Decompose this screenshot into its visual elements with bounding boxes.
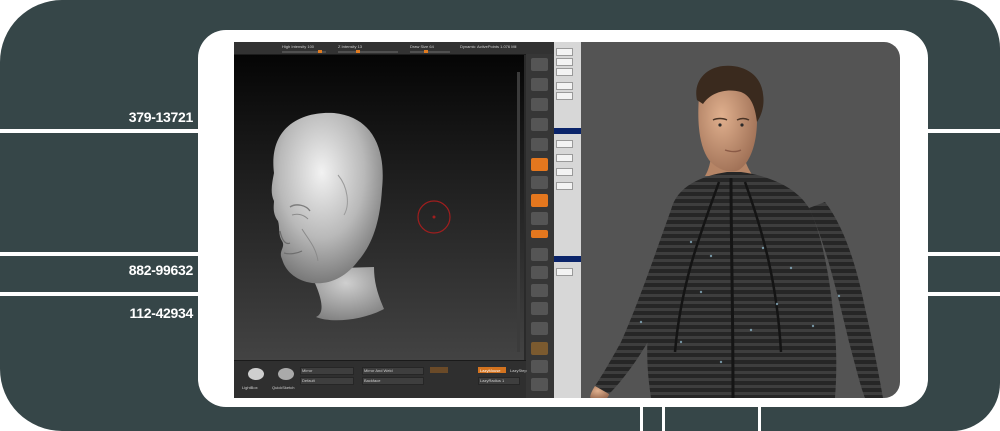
panel-field-6[interactable] <box>556 140 573 148</box>
character-figure <box>590 65 883 398</box>
color-swatch[interactable] <box>430 367 448 373</box>
spix-button[interactable] <box>531 78 548 91</box>
lazyradius-label: LazyRadius 1 <box>480 378 505 383</box>
lightbox-icon[interactable] <box>246 365 266 381</box>
top-bar-item-1[interactable]: High Intensity 100 <box>282 44 314 49</box>
top-bar-item-4[interactable]: Dynamic <box>460 44 476 49</box>
backface-label: Backface <box>364 378 381 383</box>
panel-field-8[interactable] <box>556 168 573 176</box>
zoom-button[interactable] <box>531 118 548 131</box>
head-3d-model <box>271 112 451 321</box>
sculpt-app-window: High Intensity 100 Z Intensity 13 Draw S… <box>234 42 554 398</box>
solo-button[interactable] <box>531 360 548 373</box>
panel-field-4[interactable] <box>556 82 573 90</box>
draw-size-slider[interactable] <box>410 51 450 53</box>
scroll-button[interactable] <box>531 98 548 111</box>
xpose-button[interactable] <box>531 378 548 391</box>
xyz-button[interactable] <box>531 212 548 225</box>
mirror-label: Mirror <box>302 368 313 373</box>
striped-bodysuit <box>647 172 837 398</box>
panel-field-7[interactable] <box>556 154 573 162</box>
frame-rule-2 <box>0 252 198 256</box>
app-top-bar: High Intensity 100 Z Intensity 13 Draw S… <box>234 42 554 55</box>
sculpt-viewport[interactable] <box>234 55 524 360</box>
frame-button[interactable] <box>531 248 548 261</box>
viewport-scrollbar[interactable] <box>517 72 520 352</box>
transp-button[interactable] <box>531 342 548 355</box>
side-number-1: 379-13721 <box>128 109 194 125</box>
frame-rule-6 <box>928 292 1000 296</box>
z-intensity-slider[interactable] <box>338 51 398 53</box>
top-bar-item-3[interactable]: Draw Size 64 <box>410 44 434 49</box>
intensity-slider-knob[interactable] <box>318 50 322 53</box>
lazystep-label: LazyStep <box>510 368 527 373</box>
lightbox-label[interactable]: LightBox <box>242 385 258 390</box>
quicksketch-icon[interactable] <box>276 365 296 381</box>
sym-button[interactable] <box>531 230 548 238</box>
frame-rule-1 <box>0 129 198 133</box>
actual-button[interactable] <box>531 138 548 151</box>
mirror-weld-label: Mirror And Weld <box>364 368 393 373</box>
panel-field-1[interactable] <box>556 48 573 56</box>
right-tool-shelf <box>526 54 554 398</box>
frame-rule-4 <box>928 129 1000 133</box>
property-panel-strip <box>554 42 581 398</box>
persp-button[interactable] <box>531 158 548 171</box>
floor-button[interactable] <box>531 176 548 189</box>
panel-field-2[interactable] <box>556 58 573 66</box>
move-button[interactable] <box>531 266 548 279</box>
side-number-3: 112-42934 <box>129 305 194 321</box>
local-button[interactable] <box>531 194 548 207</box>
frame-rule-3 <box>0 292 198 296</box>
panel-field-9[interactable] <box>556 182 573 190</box>
quicksketch-label[interactable]: QuickSketch <box>272 385 294 390</box>
z-intensity-slider-knob[interactable] <box>356 50 360 53</box>
bottom-divider-2 <box>662 406 665 431</box>
bottom-divider-3 <box>758 406 761 431</box>
panel-field-10[interactable] <box>556 268 573 276</box>
side-number-2: 882-99632 <box>128 262 194 278</box>
panel-field-5[interactable] <box>556 92 573 100</box>
default-label: Default <box>302 378 315 383</box>
top-bar-item-2[interactable]: Z Intensity 13 <box>338 44 362 49</box>
lazymouse-label: LazyMouse <box>480 368 501 373</box>
app-bottom-bar: LightBox QuickSketch Mirror Mirror And W… <box>234 360 527 398</box>
polyf-button[interactable] <box>531 322 548 335</box>
draw-size-slider-knob[interactable] <box>424 50 428 53</box>
scale-button[interactable] <box>531 284 548 297</box>
panel-header-2 <box>554 256 581 262</box>
bottom-divider-1 <box>640 406 643 431</box>
rotate-button[interactable] <box>531 302 548 315</box>
panel-field-3[interactable] <box>556 68 573 76</box>
top-bar-item-5: ActivePoints 1.076 Mil <box>477 44 517 49</box>
bpr-button[interactable] <box>531 58 548 71</box>
frame-rule-5 <box>928 252 1000 256</box>
character-render <box>581 42 900 398</box>
panel-header-1 <box>554 128 581 134</box>
